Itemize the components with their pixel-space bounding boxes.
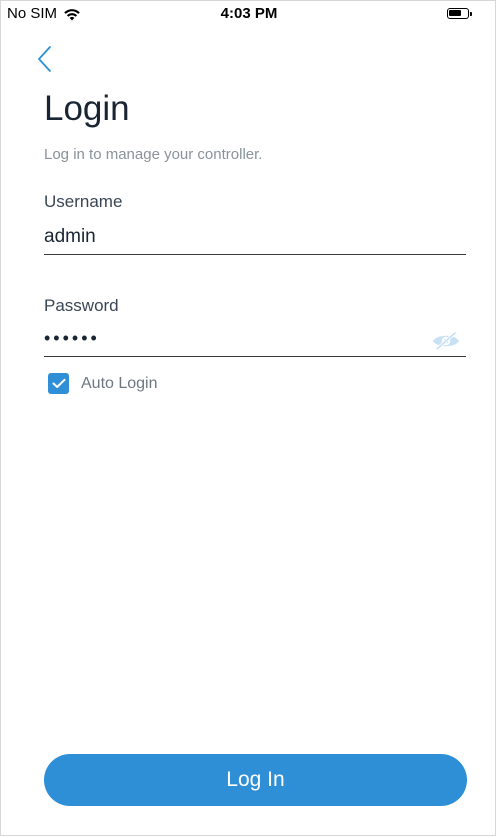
page-title: Login [44, 89, 130, 128]
battery-icon [447, 8, 472, 19]
password-input[interactable] [44, 325, 466, 357]
status-time: 4:03 PM [220, 5, 278, 22]
auto-login-option[interactable]: Auto Login [48, 373, 158, 394]
battery-tip [470, 11, 472, 16]
auto-login-label: Auto Login [81, 374, 158, 392]
page-subtitle: Log in to manage your controller. [44, 146, 263, 163]
login-button[interactable]: Log In [44, 754, 467, 806]
username-input[interactable] [44, 223, 466, 255]
auto-login-checkbox[interactable] [48, 373, 69, 394]
username-label: Username [44, 192, 123, 211]
status-bar: No SIM 4:03 PM [1, 1, 497, 31]
checkmark-icon [52, 378, 65, 388]
app-screen: No SIM 4:03 PM Login Log in to manage yo… [0, 0, 496, 836]
battery-level [449, 10, 461, 16]
back-button[interactable] [35, 45, 57, 73]
password-visibility-toggle[interactable] [431, 330, 461, 352]
eye-slash-icon [433, 331, 459, 351]
password-label: Password [44, 296, 119, 315]
chevron-left-icon [38, 46, 51, 72]
